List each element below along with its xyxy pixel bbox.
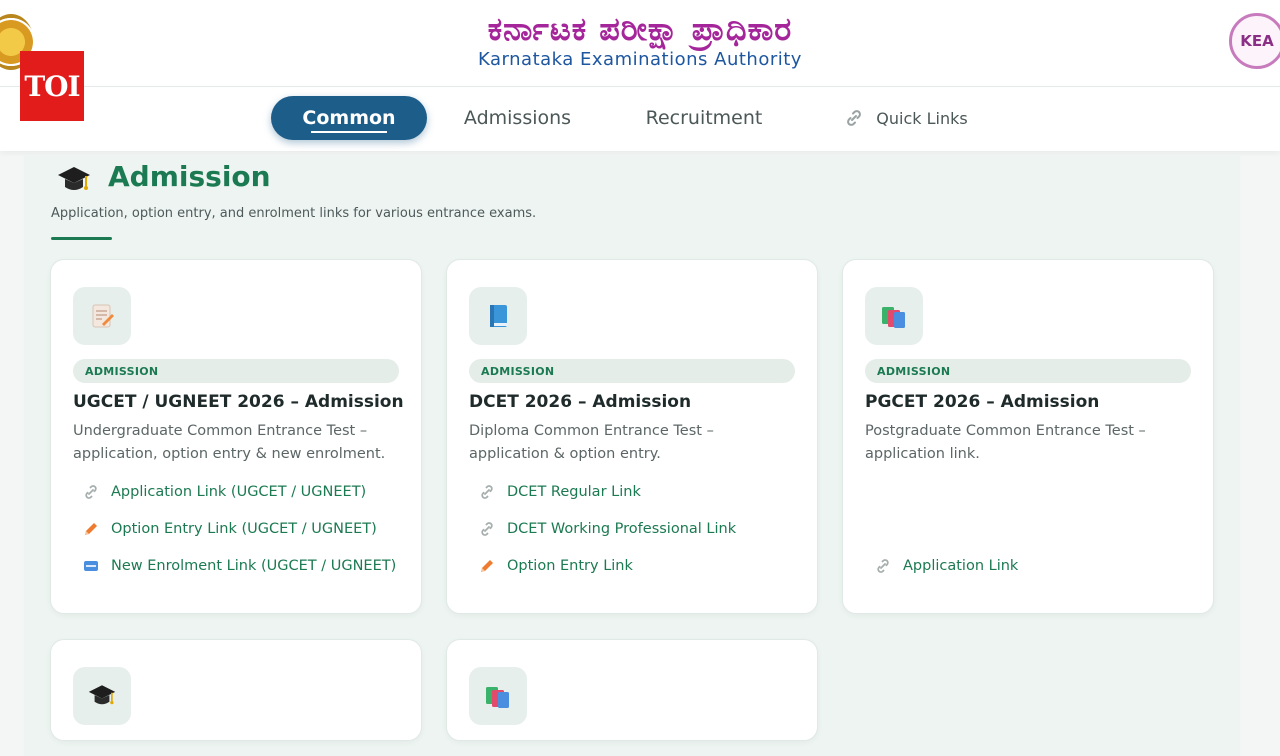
admission-card-dcet: ADMISSION DCET 2026 – Admission Diploma … (446, 259, 818, 614)
card-badge: ADMISSION (469, 359, 795, 383)
books-icon (882, 307, 905, 328)
pencil-icon (479, 558, 495, 574)
card-icon-box (469, 287, 527, 345)
card-link-application[interactable]: Application Link (UGCET / UGNEET) (83, 480, 366, 504)
tab-admissions[interactable]: Admissions (445, 96, 590, 140)
card-title: PGCET 2026 – Admission (865, 392, 1100, 412)
card-link-dcet-regular[interactable]: DCET Regular Link (479, 480, 641, 504)
tab-recruitment-label: Recruitment (645, 107, 763, 129)
graduation-cap-icon (56, 163, 92, 197)
site-header: ಕರ್ನಾಟಕ ಪರೀಕ್ಷಾ ಪ್ರಾಧಿಕಾರ Karnataka Exam… (0, 0, 1280, 87)
books-icon (486, 687, 509, 708)
main-nav: Common Admissions Recruitment Quick Link… (0, 87, 1280, 151)
new-icon (83, 558, 99, 574)
card-link-label: Option Entry Link (UGCET / UGNEET) (111, 521, 377, 537)
section-divider (51, 237, 112, 240)
card-link-new-enrolment[interactable]: New Enrolment Link (UGCET / UGNEET) (83, 554, 396, 578)
admission-card-pgcet: ADMISSION PGCET 2026 – Admission Postgra… (842, 259, 1214, 614)
header-title-english: Karnataka Examinations Authority (478, 49, 802, 70)
link-icon (875, 558, 891, 574)
card-description: Postgraduate Common Entrance Test – appl… (865, 423, 1146, 462)
card-description: Diploma Common Entrance Test – applicati… (469, 423, 714, 462)
card-title: DCET 2026 – Admission (469, 392, 692, 412)
card-link-application[interactable]: Application Link (875, 554, 1018, 578)
card-icon-box (73, 287, 131, 345)
tab-quick-links-label: Quick Links (876, 108, 968, 128)
card-link-label: Option Entry Link (507, 558, 633, 574)
card-link-label: Application Link (903, 558, 1019, 574)
card-icon-box (865, 287, 923, 345)
card-icon-box (73, 667, 131, 725)
tab-quick-links[interactable]: Quick Links (838, 96, 974, 140)
memo-icon (92, 304, 114, 328)
section-subtitle: Application, option entry, and enrolment… (51, 206, 537, 221)
toi-watermark-logo: TOI (20, 51, 84, 121)
admission-card-ugcet: ADMISSION UGCET / UGNEET 2026 – Admissio… (50, 259, 422, 614)
link-icon (479, 521, 495, 537)
kea-logo-text: KEA (1240, 32, 1274, 50)
admission-card-5 (446, 639, 818, 741)
card-title: UGCET / UGNEET 2026 – Admission (73, 392, 404, 412)
card-badge: ADMISSION (865, 359, 1191, 383)
card-link-label: Application Link (UGCET / UGNEET) (111, 484, 367, 500)
card-link-label: New Enrolment Link (UGCET / UGNEET) (111, 558, 397, 574)
kea-logo[interactable]: KEA (1229, 13, 1280, 69)
pencil-icon (83, 521, 99, 537)
tab-admissions-label: Admissions (463, 107, 572, 129)
card-link-option-entry[interactable]: Option Entry Link (UGCET / UGNEET) (83, 517, 377, 541)
tab-common-label: Common (302, 107, 396, 129)
card-link-dcet-working-professional[interactable]: DCET Working Professional Link (479, 517, 736, 541)
card-link-label: DCET Regular Link (507, 484, 641, 500)
blue-book-icon (490, 305, 507, 327)
active-tab-underline (311, 131, 387, 133)
section-title: Admission (108, 160, 271, 193)
card-link-option-entry[interactable]: Option Entry Link (479, 554, 633, 578)
card-link-label: DCET Working Professional Link (507, 521, 737, 537)
link-icon (479, 484, 495, 500)
graduation-cap-icon (88, 685, 116, 705)
card-icon-box (469, 667, 527, 725)
link-icon (83, 484, 99, 500)
tab-recruitment[interactable]: Recruitment (630, 96, 778, 140)
card-badge: ADMISSION (73, 359, 399, 383)
header-title-kannada: ಕರ್ನಾಟಕ ಪರೀಕ್ಷಾ ಪ್ರಾಧಿಕಾರ (487, 10, 793, 48)
tab-common[interactable]: Common (271, 96, 427, 140)
link-icon (844, 108, 864, 128)
card-description: Undergraduate Common Entrance Test – app… (73, 423, 386, 462)
admission-card-4 (50, 639, 422, 741)
